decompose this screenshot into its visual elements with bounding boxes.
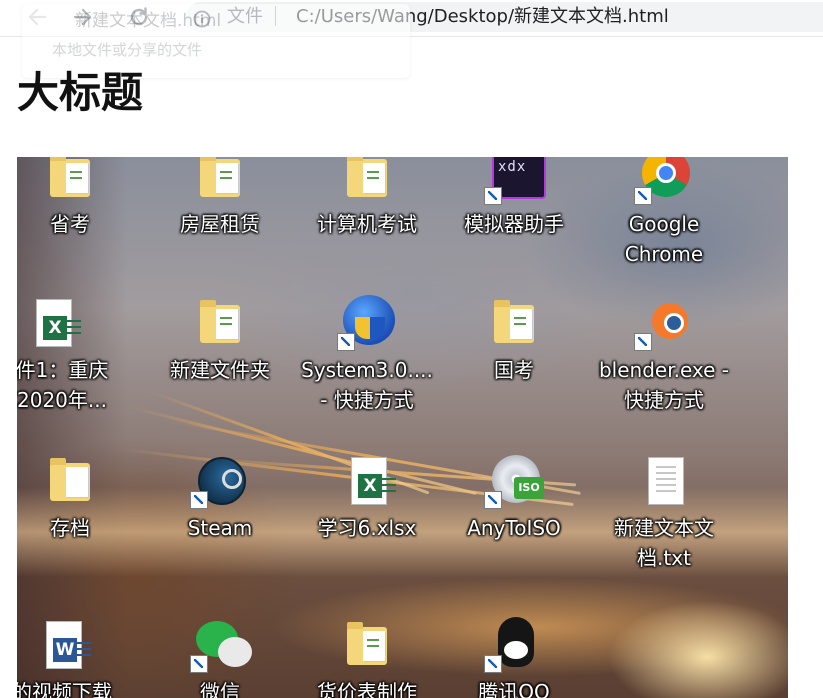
qq-penguin-icon [484, 617, 544, 673]
excel-icon: X [337, 453, 397, 509]
tooltip-subtitle: 本地文件或分享的文件 [52, 41, 203, 59]
desktop-icon-chrome: Google Chrome [599, 157, 729, 269]
chrome-icon [634, 157, 694, 205]
excel-icon: X [22, 295, 82, 351]
desktop-icon-steam: Steam [155, 453, 285, 543]
tooltip-title: 新建文本文档.html [75, 11, 222, 31]
desktop-icon-xinjian-folder: 新建文件夹 [155, 295, 285, 385]
desktop-icon-label: AnyToISO [467, 516, 561, 540]
wechat-icon [190, 617, 252, 673]
desktop-icon-label: 学习6.xlsx [317, 516, 417, 540]
desktop-icon-guokao: 国考 [449, 295, 579, 385]
folder-icon [190, 295, 250, 351]
word-icon: W [32, 617, 92, 673]
desktop-icon-label: System3.0.... - 快捷方式 [301, 358, 433, 412]
emulator-icon [484, 157, 546, 205]
desktop-icon-jisuanji: 计算机考试 [302, 157, 432, 239]
desktop-icon-label: 国考 [494, 358, 534, 382]
shortcut-arrow-icon [190, 491, 208, 509]
desktop-icon-label: 计算机考试 [317, 212, 417, 236]
desktop-icon-label: 新建文件夹 [170, 358, 270, 382]
folder-icon [40, 157, 100, 205]
shortcut-arrow-icon [634, 333, 652, 351]
desktop-icon-label: 微信 [200, 680, 240, 698]
desktop-icon-cundang: 存档 [17, 453, 135, 543]
shortcut-arrow-icon [484, 491, 502, 509]
desktop-icon-label: 房屋租赁 [180, 212, 260, 236]
desktop-icon-label: 存档 [50, 516, 90, 540]
shortcut-arrow-icon [484, 655, 502, 673]
system-shortcut-icon [337, 295, 397, 351]
folder-icon [337, 617, 397, 673]
desktop-icon-anytoiso: AnyToISO [449, 453, 579, 543]
folder-icon [337, 157, 397, 205]
shortcut-arrow-icon [484, 187, 502, 205]
desktop-icon-label: 省考 [50, 212, 90, 236]
desktop-icon-label: 新建文本文档.txt [614, 516, 714, 570]
desktop-icon-fangwu: 房屋租赁 [155, 157, 285, 239]
desktop-icon-label: 模拟器助手 [464, 212, 564, 236]
desktop-icon-label: 附件1：重庆市2020年... [17, 358, 109, 412]
folder-icon [484, 295, 544, 351]
disc-iso-icon [484, 453, 544, 509]
desktop-icon-huojiabiao: 货价表制作 [302, 617, 432, 698]
desktop-icon-shengkao: 省考 [17, 157, 135, 239]
desktop-icon-moniqi: 模拟器助手 [449, 157, 579, 239]
desktop-icon-qq: 腾讯QQ [449, 617, 579, 698]
shortcut-arrow-icon [634, 187, 652, 205]
desktop-icon-xuexi6: X 学习6.xlsx [302, 453, 432, 543]
desktop-icon-label: 的视频下载 [17, 680, 112, 698]
folder-icon [190, 157, 250, 205]
desktop-icon-system: System3.0.... - 快捷方式 [301, 295, 433, 415]
desktop-icon-label: Google Chrome [624, 212, 704, 266]
desktop-icon-textfile: 新建文本文档.txt [599, 453, 729, 573]
shortcut-arrow-icon [337, 333, 355, 351]
desktop-icon-label: 腾讯QQ [478, 680, 550, 698]
desktop-icon-label: 货价表制作 [317, 680, 417, 698]
desktop-icon-fujian: X 附件1：重庆市2020年... [17, 295, 117, 415]
text-file-icon [634, 453, 694, 509]
desktop-icon-video-download: W 的视频下载 [17, 617, 127, 698]
desktop-screenshot-image: 省考 房屋租赁 计算机考试 模拟器助手 Google Chrome X 附件1：… [17, 157, 788, 698]
page-heading: 大标题 [17, 68, 144, 117]
desktop-icon-label: blender.exe - 快捷方式 [598, 358, 730, 412]
shortcut-arrow-icon [190, 655, 208, 673]
folder-icon [40, 453, 100, 509]
blender-icon [634, 295, 694, 351]
desktop-icon-wechat: 微信 [155, 617, 285, 698]
steam-icon [190, 453, 250, 509]
desktop-icon-label: Steam [187, 516, 253, 540]
desktop-icon-blender: blender.exe - 快捷方式 [599, 295, 729, 415]
